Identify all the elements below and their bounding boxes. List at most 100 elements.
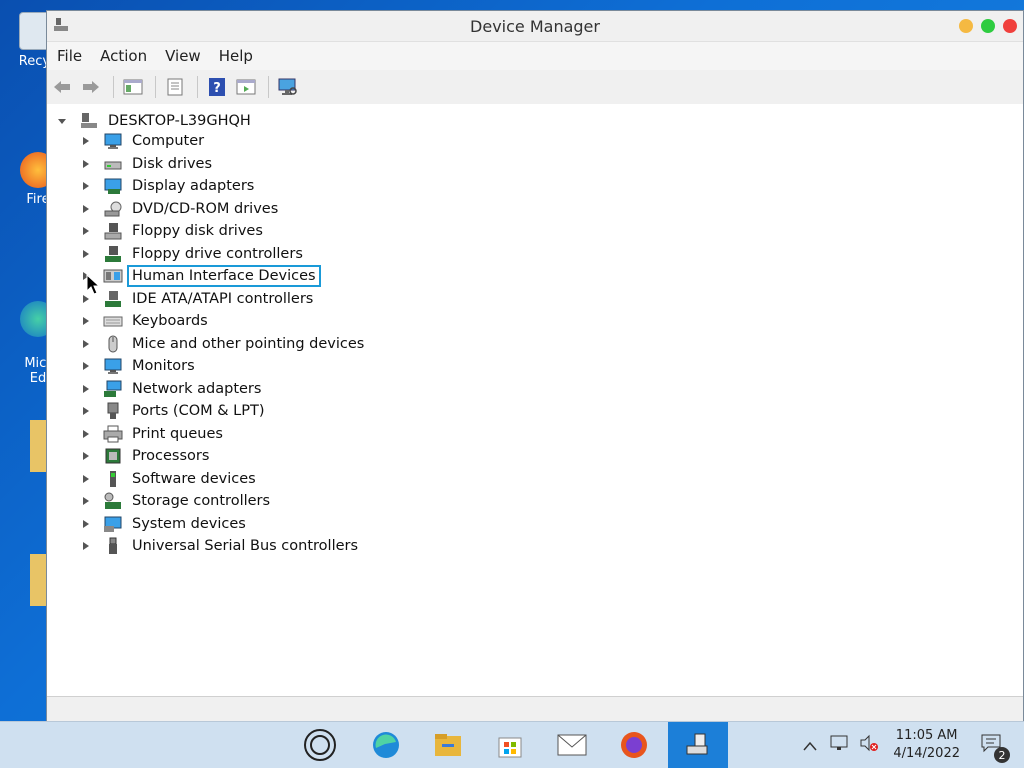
properties-icon: [167, 78, 183, 96]
port-icon: [103, 402, 123, 420]
volume-muted-icon[interactable]: [859, 734, 879, 756]
expand-arrow-icon[interactable]: [81, 451, 91, 461]
network-adapter-icon: [103, 380, 123, 398]
floppy-drive-icon: [103, 222, 123, 240]
minimize-button[interactable]: [959, 19, 973, 33]
expand-arrow-icon[interactable]: [81, 384, 91, 394]
tree-node-hid[interactable]: Human Interface Devices: [81, 265, 321, 287]
notification-center-button[interactable]: 2: [980, 733, 1010, 763]
expand-arrow-icon[interactable]: [81, 496, 91, 506]
forward-button[interactable]: [78, 75, 104, 99]
expand-arrow-icon[interactable]: [81, 474, 91, 484]
taskbar-app-edge[interactable]: [368, 728, 404, 762]
tree-node-ide-controller[interactable]: IDE ATA/ATAPI controllers: [81, 288, 316, 310]
expand-arrow-icon[interactable]: [81, 181, 91, 191]
tree-node-keyboard[interactable]: Keyboards: [81, 310, 211, 332]
status-bar: [47, 696, 1023, 721]
tree-node-floppy-drive[interactable]: Floppy disk drives: [81, 220, 266, 242]
tree-node-label: Storage controllers: [132, 493, 271, 509]
help-icon: ?: [209, 78, 225, 96]
menu-view[interactable]: View: [161, 47, 211, 65]
folder-icon[interactable]: [30, 420, 46, 472]
expand-arrow-icon[interactable]: [81, 406, 91, 416]
storage-controller-icon: [103, 492, 123, 510]
expand-arrow-icon[interactable]: [81, 541, 91, 551]
system-device-icon: [103, 515, 123, 533]
scan-hardware-button[interactable]: [275, 75, 301, 99]
properties-button[interactable]: [162, 75, 188, 99]
tree-node-label: Monitors: [132, 358, 195, 374]
expand-arrow-icon[interactable]: [81, 361, 91, 371]
tree-node-usb[interactable]: Universal Serial Bus controllers: [81, 535, 361, 557]
tree-root-label: DESKTOP-L39GHQH: [108, 113, 251, 129]
expand-arrow-icon[interactable]: [81, 339, 91, 349]
tree-root[interactable]: DESKTOP-L39GHQH: [57, 112, 254, 130]
title-bar[interactable]: Device Manager: [47, 11, 1023, 42]
tree-node-floppy-controller[interactable]: Floppy drive controllers: [81, 243, 306, 265]
tree-node-software-device[interactable]: Software devices: [81, 468, 259, 490]
taskbar-app-store[interactable]: [492, 728, 528, 762]
tree-node-port[interactable]: Ports (COM & LPT): [81, 400, 267, 422]
forward-arrow-icon: [83, 81, 99, 93]
console-tree-icon: [123, 79, 143, 95]
device-tree: DESKTOP-L39GHQH Computer Disk drives Displ…: [47, 104, 1023, 697]
show-hidden-icons-icon[interactable]: [803, 736, 817, 755]
show-hide-console-tree-button[interactable]: [120, 75, 146, 99]
expand-arrow-icon[interactable]: [81, 226, 91, 236]
device-manager-icon: [686, 733, 708, 755]
collapse-arrow-icon[interactable]: [57, 116, 67, 126]
tree-node-network-adapter[interactable]: Network adapters: [81, 378, 264, 400]
toolbar: ?: [47, 70, 1023, 105]
expand-arrow-icon[interactable]: [81, 249, 91, 259]
taskbar: 11:05 AM 4/14/2022 2: [0, 721, 1024, 768]
expand-arrow-icon[interactable]: [81, 316, 91, 326]
mouse-cursor-icon: [86, 274, 100, 295]
tree-node-storage-controller[interactable]: Storage controllers: [81, 490, 273, 512]
taskbar-app-firefox[interactable]: [616, 728, 652, 762]
network-icon[interactable]: [829, 734, 849, 756]
tree-node-label: Print queues: [132, 425, 223, 442]
software-device-icon: [103, 470, 123, 488]
notification-count-badge: 2: [994, 747, 1010, 763]
expand-arrow-icon[interactable]: [81, 204, 91, 214]
folder-icon[interactable]: [30, 554, 46, 606]
expand-arrow-icon[interactable]: [81, 519, 91, 529]
mouse-icon: [103, 335, 123, 353]
tree-node-monitor[interactable]: Monitors: [81, 355, 198, 377]
disk-drive-icon: [103, 155, 123, 173]
tree-node-display-adapter[interactable]: Display adapters: [81, 175, 257, 197]
monitor-icon: [103, 357, 123, 375]
menu-action[interactable]: Action: [96, 47, 157, 65]
expand-arrow-icon[interactable]: [81, 136, 91, 146]
tree-node-label: Human Interface Devices: [127, 265, 321, 287]
taskbar-app-device-manager[interactable]: [668, 722, 728, 768]
action-pane-button[interactable]: [233, 75, 259, 99]
tree-node-dvd-drive[interactable]: DVD/CD-ROM drives: [81, 198, 281, 220]
ide-controller-icon: [103, 290, 123, 308]
help-button[interactable]: ?: [204, 75, 230, 99]
clock-date: 4/14/2022: [893, 746, 960, 761]
taskbar-app-mail[interactable]: [554, 728, 590, 762]
edge-icon: [373, 732, 399, 758]
svg-text:?: ?: [213, 81, 221, 96]
menu-help[interactable]: Help: [215, 47, 263, 65]
maximize-button[interactable]: [981, 19, 995, 33]
tree-node-disk-drive[interactable]: Disk drives: [81, 153, 215, 175]
tree-node-processor[interactable]: Processors: [81, 445, 212, 467]
tree-node-label: Mice and other pointing devices: [132, 335, 365, 352]
tree-node-printer[interactable]: Print queues: [81, 423, 226, 445]
clock[interactable]: 11:05 AM 4/14/2022: [893, 727, 960, 763]
close-button[interactable]: [1003, 19, 1017, 33]
taskbar-app-file-explorer[interactable]: [430, 728, 466, 762]
back-button[interactable]: [49, 75, 75, 99]
firefox-icon: [621, 732, 647, 758]
tree-node-mouse[interactable]: Mice and other pointing devices: [81, 333, 367, 355]
expand-arrow-icon[interactable]: [81, 159, 91, 169]
expand-arrow-icon[interactable]: [81, 429, 91, 439]
menu-file[interactable]: File: [53, 47, 92, 65]
tree-node-computer[interactable]: Computer: [81, 130, 207, 152]
hid-icon: [103, 267, 123, 285]
tree-node-system-device[interactable]: System devices: [81, 513, 249, 535]
taskbar-app-start[interactable]: [302, 728, 338, 762]
store-icon: [498, 737, 522, 758]
